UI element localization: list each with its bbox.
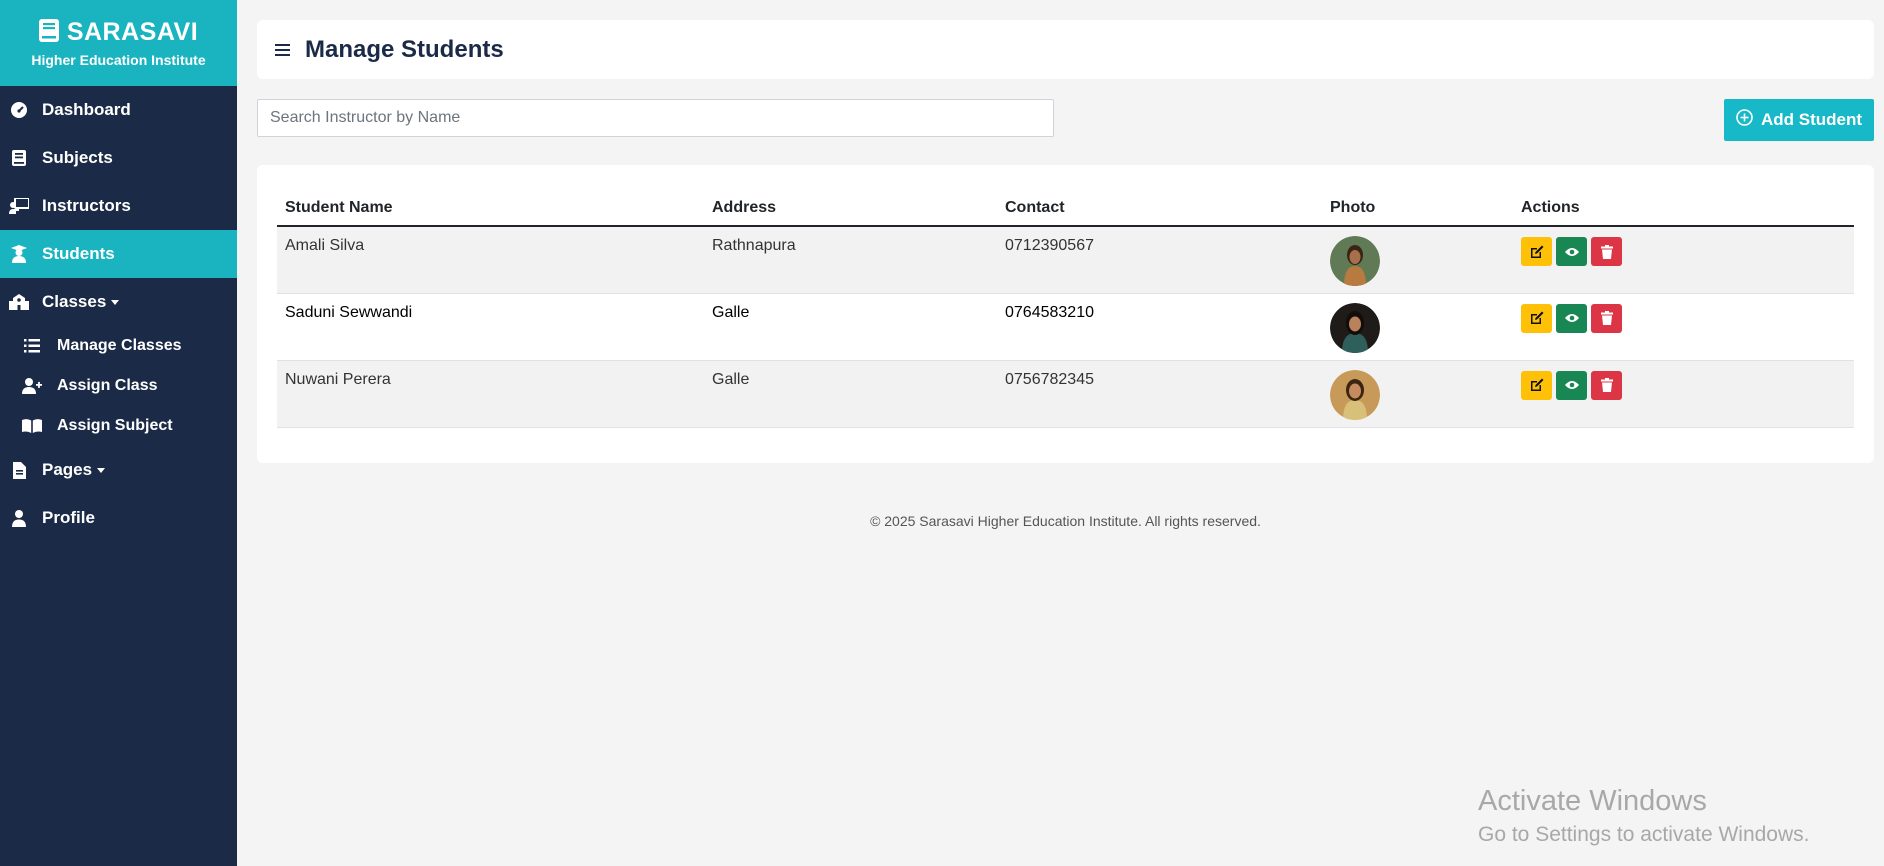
column-header-actions: Actions [1513, 190, 1854, 227]
caret-down-icon [97, 467, 106, 473]
edit-icon [1530, 311, 1543, 324]
sidebar-item-label: Students [42, 244, 115, 263]
sidebar-subitem-label: Assign Class [57, 377, 158, 394]
sidebar: SARASAVI Higher Education Institute Dash… [0, 0, 237, 866]
watermark-subtitle: Go to Settings to activate Windows. [1478, 823, 1810, 846]
eye-icon [1564, 381, 1579, 389]
sidebar-item-pages[interactable]: Pages [0, 446, 237, 494]
add-student-button[interactable]: Add Student [1724, 99, 1874, 141]
hamburger-menu-icon[interactable] [275, 43, 290, 56]
footer-copyright: © 2025 Sarasavi Higher Education Institu… [870, 513, 1261, 529]
edit-button[interactable] [1521, 303, 1552, 333]
photo-cell [1322, 360, 1513, 428]
brand-title: SARASAVI [66, 18, 199, 46]
student-avatar [1330, 236, 1380, 286]
student-name-cell: Nuwani Perera [277, 360, 704, 428]
column-header-student-name: Student Name [277, 190, 704, 227]
actions-cell [1513, 293, 1854, 361]
table-row: Nuwani Perera Galle 0756782345 [277, 360, 1854, 428]
table-header-row: Student Name Address Contact Photo Actio… [277, 190, 1854, 227]
sidebar-item-profile[interactable]: Profile [0, 494, 237, 542]
student-avatar [1330, 302, 1380, 353]
chalkboard-teacher-icon [9, 196, 29, 216]
edit-icon [1530, 378, 1543, 391]
file-icon [9, 460, 29, 480]
address-cell: Galle [704, 293, 997, 361]
sidebar-item-classes[interactable]: Classes [0, 278, 237, 326]
sidebar-item-label: Profile [42, 508, 95, 527]
sidebar-subitem-label: Assign Subject [57, 417, 173, 434]
delete-button[interactable] [1591, 370, 1622, 400]
actions-cell [1513, 360, 1854, 428]
view-button[interactable] [1556, 237, 1587, 266]
sidebar-item-instructors[interactable]: Instructors [0, 182, 237, 230]
sidebar-item-students[interactable]: Students [0, 230, 237, 278]
student-name-cell: Saduni Sewwandi [277, 293, 704, 361]
search-input[interactable] [257, 99, 1054, 137]
edit-icon [1530, 245, 1543, 258]
student-avatar [1330, 369, 1380, 420]
sidebar-subitem-manage-classes[interactable]: Manage Classes [0, 326, 237, 366]
edit-button[interactable] [1521, 370, 1552, 400]
trash-icon [1600, 311, 1613, 325]
sidebar-item-label: Dashboard [42, 100, 131, 119]
sidebar-item-label: Pages [42, 460, 93, 479]
column-header-address: Address [704, 190, 997, 227]
book-icon [38, 18, 59, 47]
sidebar-nav: Dashboard Subjects Instructors Students … [0, 86, 237, 542]
view-button[interactable] [1556, 370, 1587, 400]
address-cell: Rathnapura [704, 226, 997, 294]
school-icon [9, 292, 29, 312]
sidebar-item-subjects[interactable]: Subjects [0, 134, 237, 182]
student-name-cell: Amali Silva [277, 226, 704, 294]
windows-activation-watermark: Activate Windows Go to Settings to activ… [1478, 785, 1810, 847]
book-icon [9, 148, 29, 168]
caret-down-icon [111, 299, 120, 305]
column-header-contact: Contact [997, 190, 1322, 227]
user-icon [9, 508, 29, 528]
trash-icon [1600, 244, 1613, 259]
gauge-icon [9, 100, 29, 120]
address-cell: Galle [704, 360, 997, 428]
main-content: Manage Students Add Student Student Name… [237, 0, 1884, 866]
page-title: Manage Students [305, 35, 504, 63]
watermark-title: Activate Windows [1478, 785, 1707, 817]
contact-cell: 0712390567 [997, 226, 1322, 294]
sidebar-subitem-label: Manage Classes [57, 337, 182, 354]
table-row: Saduni Sewwandi Galle 0764583210 [277, 293, 1854, 361]
contact-cell: 0756782345 [997, 360, 1322, 428]
brand-title-row: SARASAVI [38, 18, 199, 47]
trash-icon [1600, 378, 1613, 392]
photo-cell [1322, 226, 1513, 294]
sidebar-subitem-assign-subject[interactable]: Assign Subject [0, 406, 237, 446]
delete-button[interactable] [1591, 237, 1622, 266]
user-graduate-icon [9, 244, 29, 264]
plus-circle-icon [1736, 109, 1753, 131]
delete-button[interactable] [1591, 303, 1622, 333]
book-open-icon [22, 416, 42, 436]
sidebar-item-dashboard[interactable]: Dashboard [0, 86, 237, 134]
students-table: Student Name Address Contact Photo Actio… [277, 190, 1854, 428]
view-button[interactable] [1556, 303, 1587, 333]
add-student-label: Add Student [1760, 110, 1863, 129]
students-table-card: Student Name Address Contact Photo Actio… [257, 165, 1874, 463]
user-plus-icon [22, 376, 42, 396]
eye-icon [1564, 314, 1579, 322]
sidebar-item-label: Classes [42, 292, 107, 311]
column-header-photo: Photo [1322, 190, 1513, 227]
sidebar-subitem-assign-class[interactable]: Assign Class [0, 366, 237, 406]
sidebar-item-label: Instructors [42, 196, 131, 215]
brand[interactable]: SARASAVI Higher Education Institute [0, 0, 237, 86]
page-header: Manage Students [257, 20, 1874, 79]
brand-subtitle: Higher Education Institute [31, 51, 206, 68]
sidebar-item-label: Subjects [42, 148, 113, 167]
actions-cell [1513, 226, 1854, 294]
eye-icon [1564, 247, 1579, 256]
table-row: Amali Silva Rathnapura 0712390567 [277, 226, 1854, 294]
photo-cell [1322, 293, 1513, 361]
list-icon [22, 336, 42, 356]
contact-cell: 0764583210 [997, 293, 1322, 361]
edit-button[interactable] [1521, 237, 1552, 266]
